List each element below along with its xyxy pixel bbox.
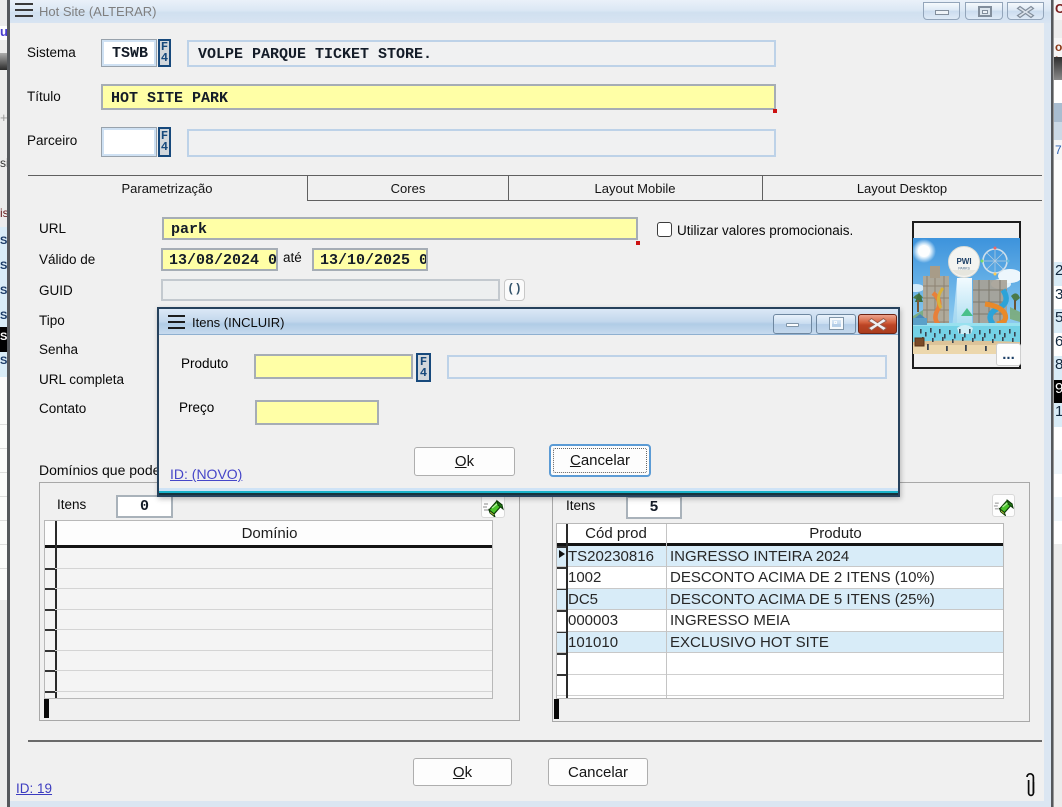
svg-text:PARKS: PARKS — [958, 267, 970, 271]
svg-text:PWI: PWI — [956, 257, 971, 266]
